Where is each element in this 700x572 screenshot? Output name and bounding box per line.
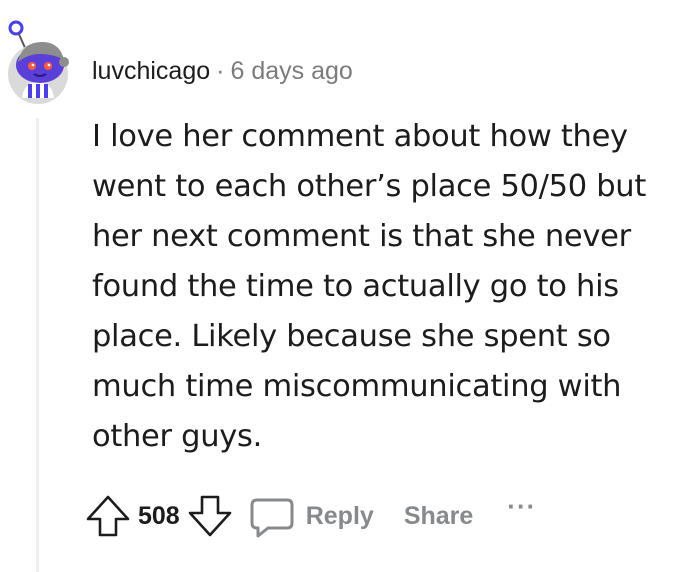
- snoo-avatar-icon: [8, 20, 69, 104]
- downvote-arrow-icon: [188, 495, 232, 537]
- share-button[interactable]: Share: [404, 502, 473, 531]
- reply-button[interactable]: Reply: [246, 490, 374, 542]
- comment-meta: luvchicago · 6 days ago: [92, 56, 353, 86]
- thread-line[interactable]: [36, 118, 39, 572]
- username-link[interactable]: luvchicago: [92, 57, 210, 85]
- comment-timestamp[interactable]: 6 days ago: [230, 57, 352, 85]
- reply-label: Reply: [305, 501, 374, 530]
- upvote-button[interactable]: [84, 492, 132, 540]
- upvote-arrow-icon: [86, 495, 130, 537]
- comment-bubble-icon: [250, 498, 294, 538]
- more-options-button[interactable]: ···: [507, 493, 536, 519]
- user-avatar[interactable]: [4, 10, 76, 106]
- meta-separator: ·: [216, 57, 225, 85]
- comment-body: I love her comment about how they went t…: [92, 119, 646, 454]
- comment-actions: 508 Reply Share ···: [84, 490, 536, 542]
- downvote-button[interactable]: [186, 492, 234, 540]
- vote-count: 508: [138, 501, 180, 530]
